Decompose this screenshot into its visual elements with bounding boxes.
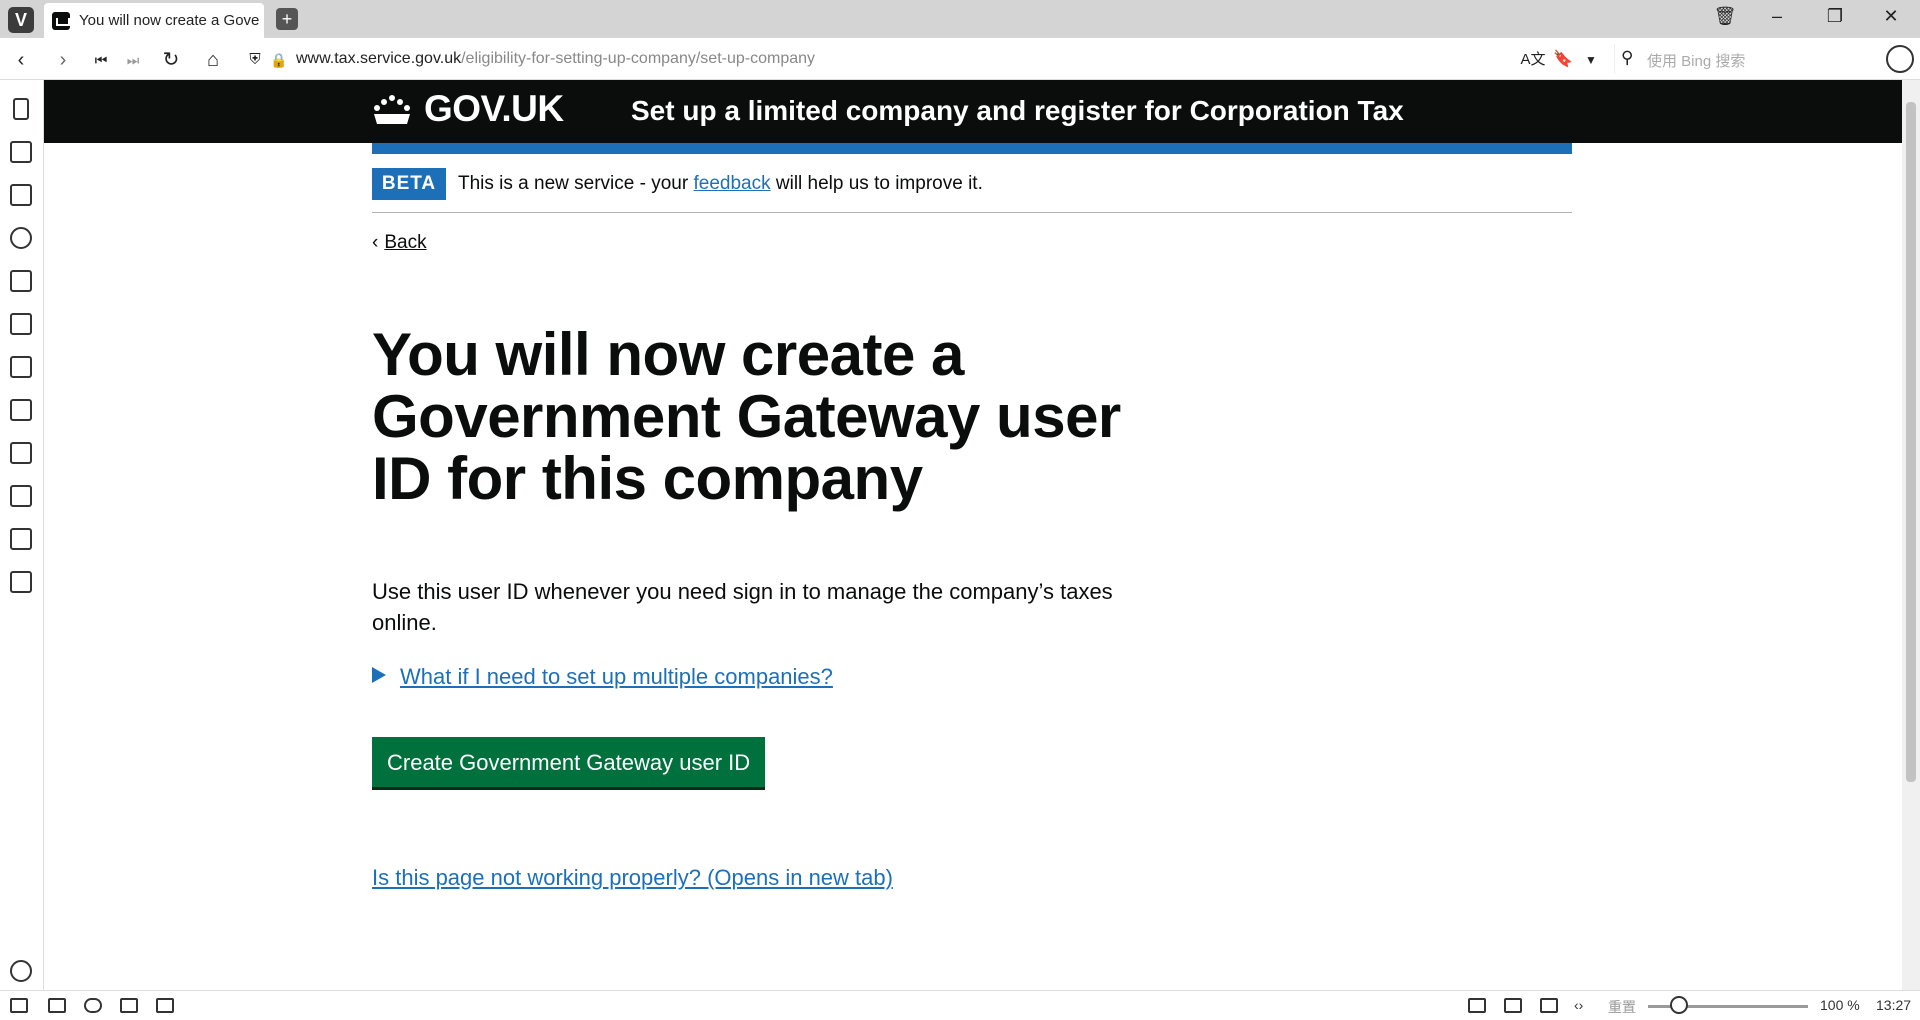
phase-banner-divider bbox=[372, 212, 1572, 213]
fast-forward-icon[interactable]: ⏭ bbox=[120, 47, 146, 73]
settings-gear-icon[interactable] bbox=[10, 960, 32, 982]
address-toolbar: ‹ › ⏮ ⏭ ↻ ⌂ ⛨ 🔒 www.tax.service.gov.uk/e… bbox=[0, 38, 1920, 80]
translate-panel-icon[interactable] bbox=[10, 356, 32, 378]
zoom-slider-handle[interactable] bbox=[1670, 996, 1688, 1014]
tab-tiling-icon[interactable] bbox=[48, 998, 66, 1013]
panel-toggle-icon[interactable] bbox=[10, 998, 28, 1013]
status-bar: ‹› 重置 100 % 13:27 bbox=[0, 990, 1920, 1020]
minimize-icon[interactable]: – bbox=[1762, 6, 1792, 27]
govuk-favicon-icon bbox=[52, 12, 70, 30]
close-icon[interactable]: ✕ bbox=[1876, 6, 1906, 27]
report-problem-link[interactable]: Is this page not working properly? (Open… bbox=[372, 865, 893, 890]
reading-list-icon[interactable] bbox=[10, 141, 32, 163]
trash-icon[interactable]: 🗑 bbox=[1710, 6, 1740, 27]
create-user-id-button[interactable]: Create Government Gateway user ID bbox=[372, 737, 766, 787]
triangle-right-icon bbox=[372, 667, 386, 683]
service-name-link[interactable]: Set up a limited company and register fo… bbox=[631, 95, 1404, 127]
mail-icon[interactable] bbox=[10, 399, 32, 421]
page-tiling-icon[interactable] bbox=[1504, 998, 1522, 1013]
govuk-header: GOV.UK Set up a limited company and regi… bbox=[44, 80, 1902, 143]
reload-icon[interactable]: ↻ bbox=[158, 47, 184, 73]
calendar-icon[interactable] bbox=[10, 442, 32, 464]
zoom-level: 100 % bbox=[1820, 997, 1860, 1013]
details-summary-link[interactable]: What if I need to set up multiple compan… bbox=[400, 664, 833, 689]
downloads-icon[interactable] bbox=[10, 184, 32, 206]
history-icon[interactable] bbox=[10, 227, 32, 249]
tab-bar: V You will now create a Gover + 🗑 – ❐ ✕ bbox=[0, 0, 1920, 38]
dropdown-icon[interactable]: ▼ bbox=[1578, 47, 1604, 73]
header-blue-underline bbox=[372, 143, 1572, 154]
bookmarks-panel-icon[interactable] bbox=[13, 98, 29, 120]
feeds-icon[interactable] bbox=[10, 485, 32, 507]
feedback-link[interactable]: feedback bbox=[693, 173, 770, 194]
zoom-reset[interactable]: 重置 bbox=[1608, 997, 1636, 1017]
active-tab[interactable]: You will now create a Gover bbox=[44, 3, 264, 38]
back-icon[interactable]: ‹ bbox=[8, 47, 34, 73]
page-title: You will now create a Government Gateway… bbox=[372, 321, 1121, 512]
home-icon[interactable]: ⌂ bbox=[200, 47, 226, 73]
image-toggle-icon[interactable] bbox=[1540, 998, 1558, 1013]
notes-icon[interactable] bbox=[10, 270, 32, 292]
tab-title: You will now create a Gover bbox=[79, 12, 259, 29]
search-field[interactable]: ⚲ 使用 Bing 搜索 bbox=[1614, 44, 1864, 74]
phase-banner-text-before: This is a new service - your bbox=[458, 173, 689, 194]
forward-icon[interactable]: › bbox=[50, 47, 76, 73]
screenshot-icon[interactable] bbox=[1468, 998, 1486, 1013]
shield-icon[interactable]: ⛨ bbox=[242, 47, 268, 73]
cloud-sync-icon[interactable] bbox=[84, 998, 102, 1013]
mail-status-icon[interactable] bbox=[120, 998, 138, 1013]
rewind-icon[interactable]: ⏮ bbox=[88, 47, 114, 73]
add-panel-icon[interactable] bbox=[10, 571, 32, 593]
phase-banner-text: This is a new service - your feedback wi… bbox=[458, 173, 983, 195]
devtools-icon[interactable]: ‹› bbox=[1574, 997, 1583, 1013]
vivaldi-menu-icon[interactable]: V bbox=[8, 7, 34, 33]
web-page: GOV.UK Set up a limited company and regi… bbox=[44, 80, 1902, 990]
translate-icon[interactable]: A文 bbox=[1520, 47, 1546, 73]
govuk-logo-link[interactable]: GOV.UK bbox=[424, 88, 564, 130]
body-text: Use this user ID whenever you need sign … bbox=[372, 579, 1113, 635]
phase-banner-text-after: will help us to improve it. bbox=[775, 173, 983, 194]
search-placeholder: 使用 Bing 搜索 bbox=[1647, 53, 1746, 70]
scrollbar-thumb[interactable] bbox=[1906, 102, 1916, 782]
new-tab-icon[interactable]: + bbox=[276, 8, 298, 30]
url-field[interactable]: www.tax.service.gov.uk/eligibility-for-s… bbox=[296, 50, 815, 68]
profile-avatar-icon[interactable] bbox=[1886, 45, 1914, 73]
browser-side-panel bbox=[0, 80, 44, 990]
window-panel-icon[interactable] bbox=[10, 313, 32, 335]
url-host: www.tax.service.gov.uk bbox=[296, 50, 462, 67]
vertical-scrollbar[interactable] bbox=[1902, 80, 1920, 990]
url-path: /eligibility-for-setting-up-company/set-… bbox=[461, 50, 816, 67]
calendar-status-icon[interactable] bbox=[156, 998, 174, 1013]
restore-icon[interactable]: ❐ bbox=[1820, 6, 1850, 27]
bookmark-icon[interactable]: 🔖 bbox=[1550, 47, 1576, 73]
crown-logo-icon bbox=[374, 95, 410, 124]
details-toggle[interactable]: What if I need to set up multiple compan… bbox=[372, 664, 833, 690]
lock-icon: 🔒 bbox=[270, 52, 288, 68]
beta-tag: BETA bbox=[372, 168, 446, 200]
search-icon: ⚲ bbox=[1621, 48, 1634, 67]
contacts-icon[interactable] bbox=[10, 528, 32, 550]
back-link-container: ‹ Back bbox=[372, 232, 427, 254]
clock: 13:27 bbox=[1876, 997, 1912, 1013]
back-link[interactable]: Back bbox=[384, 232, 426, 253]
report-problem: Is this page not working properly? (Open… bbox=[372, 865, 893, 891]
chevron-left-icon: ‹ bbox=[372, 232, 379, 253]
